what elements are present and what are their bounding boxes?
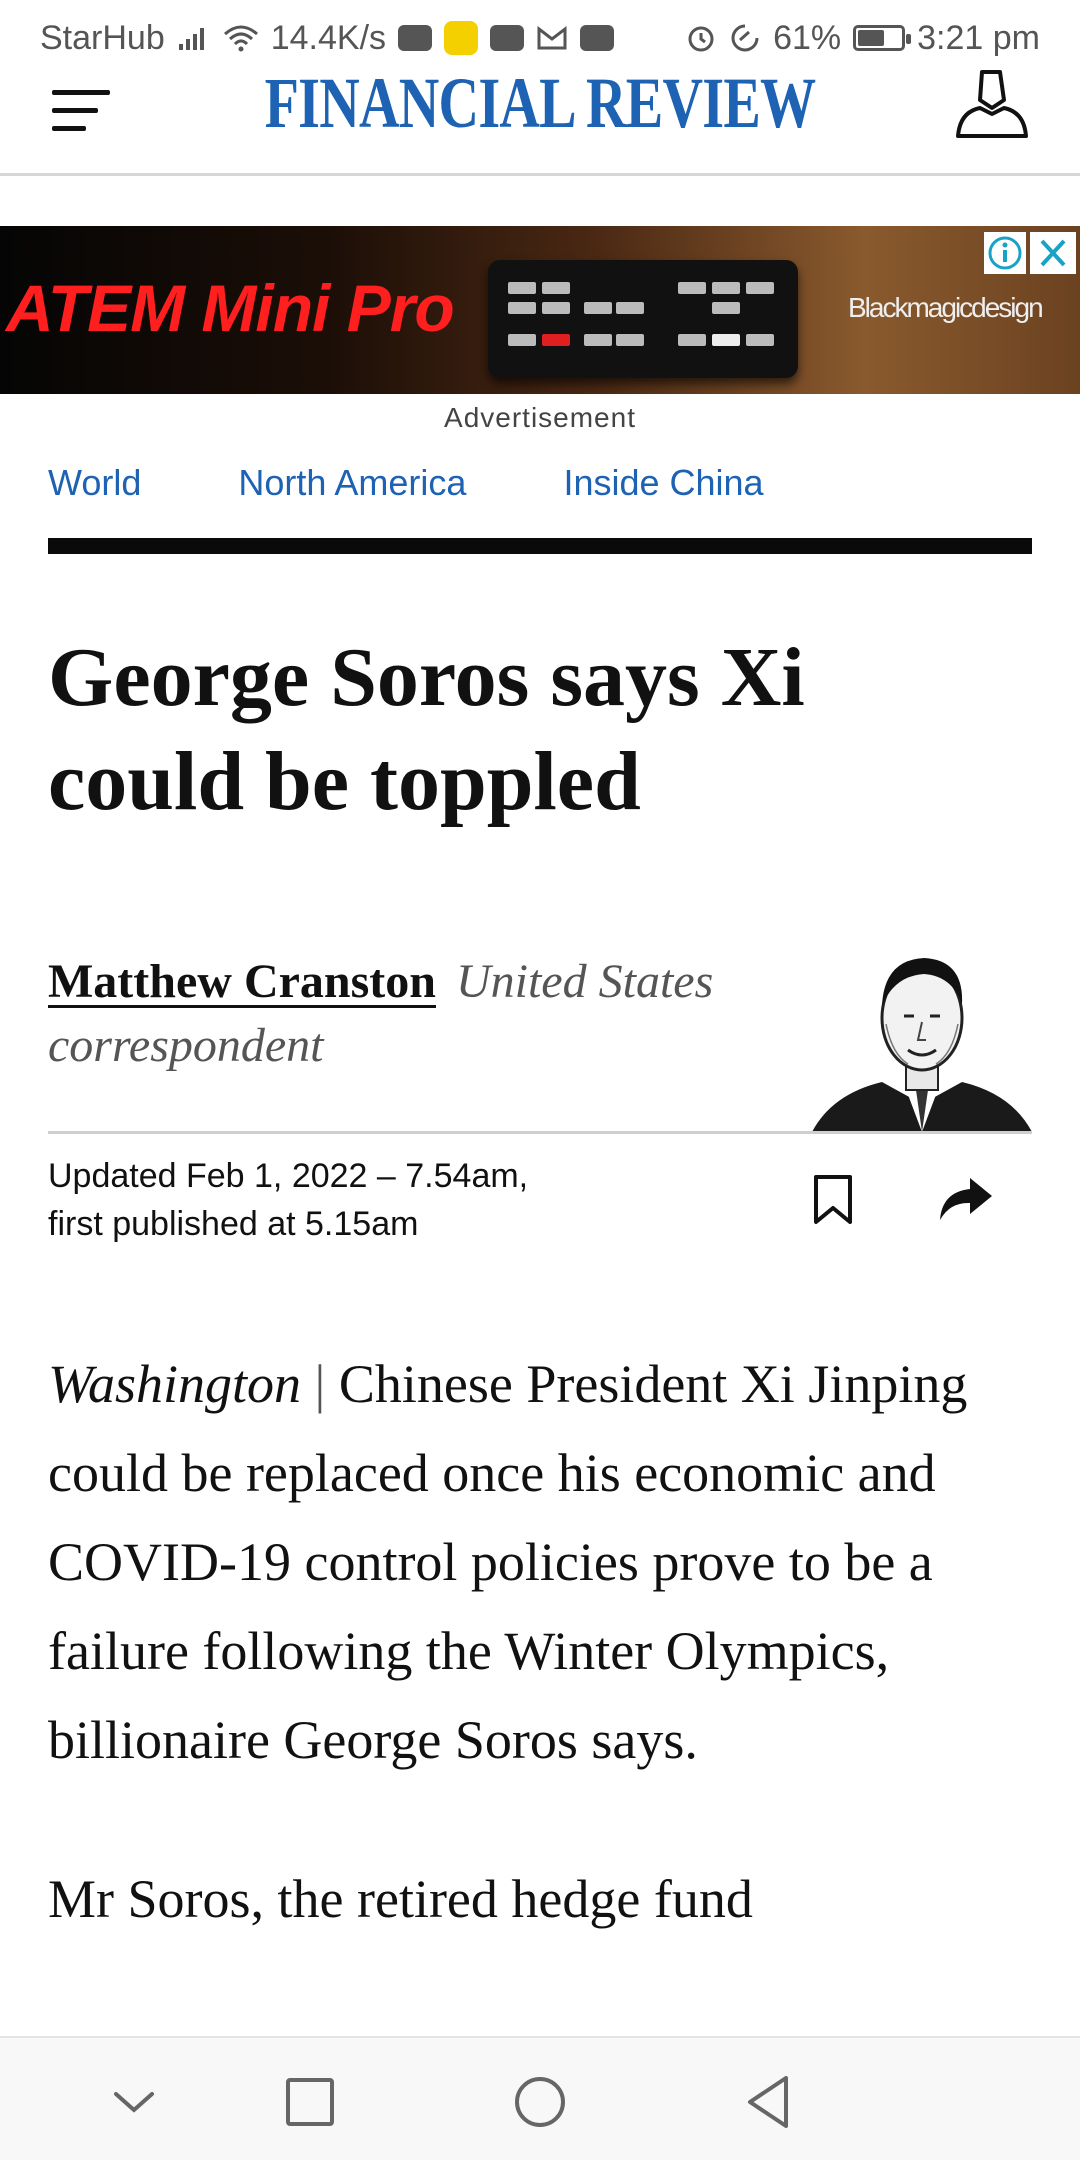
recents-icon[interactable]: [282, 2074, 338, 2130]
author-link[interactable]: Matthew Cranston: [48, 955, 436, 1008]
status-left: StarHub 14.4K/s: [40, 18, 615, 58]
page: StarHub 14.4K/s 61% 3:21 pm FINANCIAL RE…: [0, 0, 1080, 2160]
youtube-icon: [398, 25, 433, 51]
close-icon[interactable]: [1030, 232, 1076, 274]
youtube-icon: [490, 25, 525, 51]
carrier-label: StarHub: [40, 18, 165, 57]
section-tab-inside-china[interactable]: Inside China: [563, 462, 763, 504]
dateline: Washington: [48, 1354, 302, 1414]
app-header: FINANCIAL REVIEW: [0, 60, 1080, 176]
system-nav-bar: [0, 2036, 1080, 2160]
alarm-icon: [685, 22, 717, 54]
info-icon[interactable]: [984, 232, 1026, 274]
battery-percent: 61%: [773, 18, 842, 57]
ad-banner[interactable]: ATEM Mini Pro Blackmagicdesign: [0, 226, 1080, 394]
ad-headline: ATEM Mini Pro: [6, 271, 455, 345]
status-right: 61% 3:21 pm: [685, 19, 1040, 58]
battery-level: [858, 30, 885, 46]
section-divider: [48, 538, 1032, 554]
paragraph-text: Chinese President Xi Jinping could be re…: [48, 1354, 968, 1770]
section-tab-world[interactable]: World: [48, 462, 141, 504]
section-tabs: World North America Inside China: [48, 462, 861, 504]
share-icon[interactable]: [938, 1176, 994, 1224]
ad-product-image: [488, 260, 798, 378]
wifi-icon: [223, 24, 259, 52]
section-tab-north-america[interactable]: North America: [238, 462, 466, 504]
clock: 3:21 pm: [917, 18, 1040, 57]
signal-icon: [177, 24, 211, 52]
author-avatar[interactable]: [812, 944, 1032, 1132]
battery-icon: [853, 25, 912, 51]
byline-divider: [48, 1131, 1032, 1134]
ad-brand: Blackmagicdesign: [848, 292, 1044, 323]
brand-logo[interactable]: FINANCIAL REVIEW: [119, 62, 961, 145]
paragraph-text: Mr Soros, the retired hedge fund: [48, 1869, 753, 1929]
back-icon[interactable]: [742, 2074, 798, 2130]
network-speed: 14.4K/s: [270, 18, 387, 57]
dateline-separator: |: [314, 1354, 326, 1414]
gmail-icon: [536, 25, 568, 51]
data-saver-icon: [729, 22, 761, 54]
article-timestamp: Updated Feb 1, 2022 – 7.54am, first publ…: [48, 1152, 528, 1248]
ad-label: Advertisement: [444, 402, 636, 433]
youtube-icon: [580, 25, 615, 51]
article-headline: George Soros says Xi could be toppled: [48, 626, 1008, 834]
article-paragraph: Mr Soros, the retired hedge fund: [48, 1855, 1048, 1944]
smiley-icon: [444, 21, 479, 55]
home-icon[interactable]: [512, 2074, 568, 2130]
user-icon[interactable]: [952, 66, 1032, 142]
updated-time: Updated Feb 1, 2022 – 7.54am,: [48, 1157, 529, 1195]
byline: Matthew Cranston United States correspond…: [48, 950, 808, 1078]
published-time: first published at 5.15am: [48, 1205, 419, 1243]
article-body: Washington | Chinese President Xi Jinpin…: [48, 1340, 1048, 2014]
hamburger-icon[interactable]: [52, 76, 116, 136]
collapse-icon[interactable]: [106, 2074, 162, 2130]
headline-line-1: George Soros says Xi: [48, 631, 805, 724]
headline-line-2: could be toppled: [48, 735, 641, 828]
article-paragraph: Washington | Chinese President Xi Jinpin…: [48, 1340, 1048, 1785]
bookmark-icon[interactable]: [812, 1174, 854, 1226]
